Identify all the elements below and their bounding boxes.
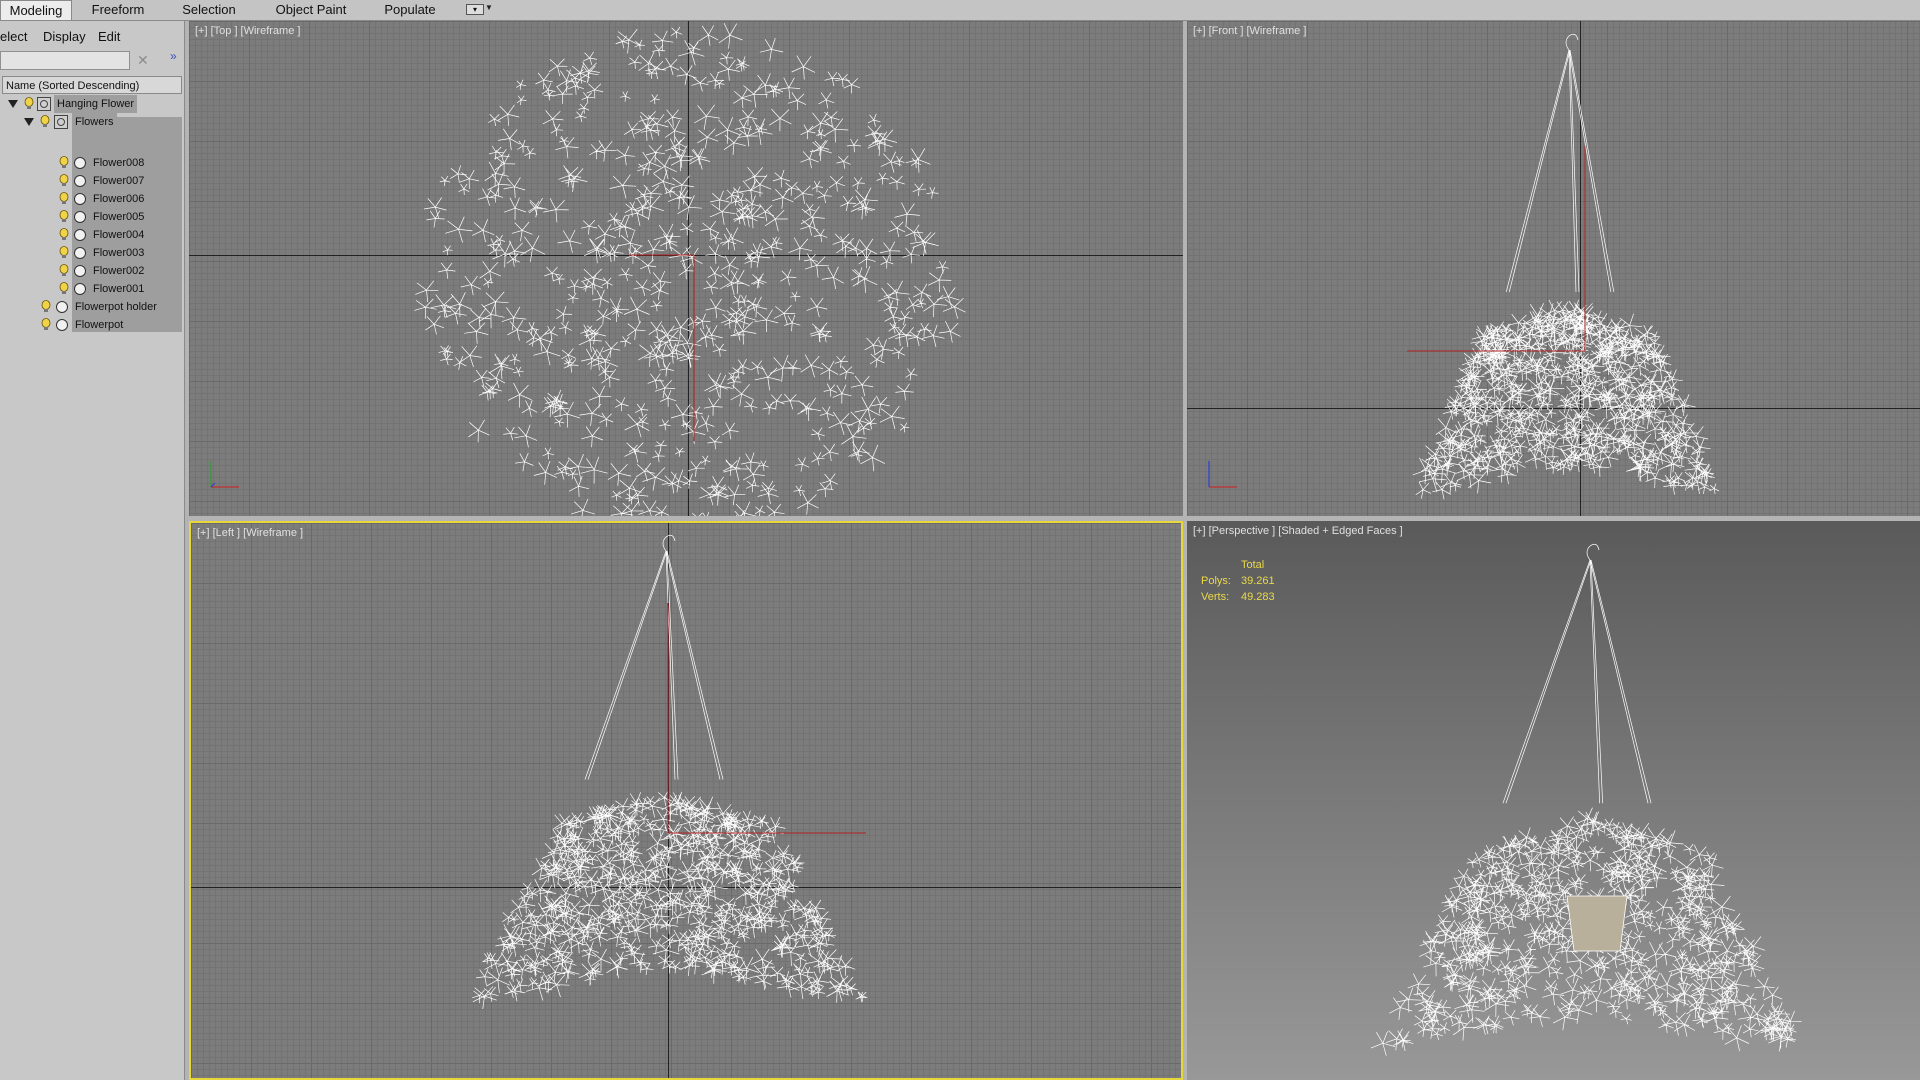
tree-item-label: Flower003 xyxy=(93,247,145,259)
viewport-top[interactable]: [+] [Top ] [Wireframe ] xyxy=(189,21,1183,516)
tree-item-label: Flower005 xyxy=(93,211,145,223)
object-icon xyxy=(74,283,86,295)
lightbulb-icon[interactable] xyxy=(59,210,69,223)
tab-modeling[interactable]: Modeling xyxy=(0,0,72,20)
object-icon xyxy=(56,319,68,331)
chevron-down-icon[interactable]: ▼ xyxy=(485,3,493,12)
viewport-label[interactable]: [+] [Top ] [Wireframe ] xyxy=(195,25,300,37)
tree-item-flower008[interactable]: Flower008 xyxy=(0,154,184,172)
lightbulb-icon[interactable] xyxy=(59,264,69,277)
menu-select[interactable]: elect xyxy=(0,29,27,44)
lightbulb-icon[interactable] xyxy=(41,300,51,313)
axis-gizmo xyxy=(1208,146,1586,488)
collapse-icon[interactable] xyxy=(24,118,34,126)
tree-item-label: Flower001 xyxy=(93,283,145,295)
lightbulb-icon[interactable] xyxy=(40,115,50,128)
lightbulb-icon[interactable] xyxy=(59,192,69,205)
viewport-left[interactable]: [+] [Left ] [Wireframe ] xyxy=(189,521,1183,1080)
tree-item-flower007[interactable]: Flower007 xyxy=(0,172,184,190)
object-icon xyxy=(56,301,68,313)
viewport-front[interactable]: [+] [Front ] [Wireframe ] xyxy=(1187,21,1920,516)
viewport-perspective[interactable]: [+] [Perspective ] [Shaded + Edged Faces… xyxy=(1187,521,1920,1080)
group-icon xyxy=(37,97,51,111)
tree-item-flowers[interactable]: Flowers xyxy=(0,113,184,131)
tab-freeform[interactable]: Freeform xyxy=(84,0,152,20)
tree-item-label: Flowers xyxy=(72,113,117,131)
viewport-label[interactable]: [+] [Front ] [Wireframe ] xyxy=(1193,25,1306,37)
object-icon xyxy=(74,175,86,187)
tree-item-flower003[interactable]: Flower003 xyxy=(0,244,184,262)
object-icon xyxy=(74,211,86,223)
menu-display[interactable]: Display xyxy=(43,29,86,44)
tree-item-label: Flowerpot xyxy=(75,319,124,331)
collapse-icon[interactable] xyxy=(8,100,18,108)
tab-object-paint[interactable]: Object Paint xyxy=(268,0,354,20)
axis-gizmo xyxy=(667,603,866,834)
tree-item-label: Flower002 xyxy=(93,265,145,277)
verts-label: Verts: xyxy=(1201,591,1230,603)
tree-item-flower006[interactable]: Flower006 xyxy=(0,190,184,208)
ribbon-options-icon[interactable]: ▾ xyxy=(466,4,484,15)
lightbulb-icon[interactable] xyxy=(24,97,34,110)
object-icon xyxy=(74,247,86,259)
axis-gizmo xyxy=(210,254,695,488)
lightbulb-icon[interactable] xyxy=(59,174,69,187)
lightbulb-icon[interactable] xyxy=(59,228,69,241)
flowerpot xyxy=(1566,895,1628,952)
object-icon xyxy=(74,193,86,205)
object-icon xyxy=(74,157,86,169)
tree-item-label: Flower007 xyxy=(93,175,145,187)
tab-populate[interactable]: Populate xyxy=(378,0,442,20)
lightbulb-icon[interactable] xyxy=(59,156,69,169)
tree-item-label: Flower006 xyxy=(93,193,145,205)
column-header-name[interactable]: Name (Sorted Descending) xyxy=(2,76,182,94)
polys-value: 39.261 xyxy=(1241,575,1275,587)
lightbulb-icon[interactable] xyxy=(41,318,51,331)
search-input[interactable] xyxy=(0,51,130,70)
tree-item-flower002[interactable]: Flower002 xyxy=(0,262,184,280)
ribbon-tabs: Modeling Freeform Selection Object Paint… xyxy=(0,0,1920,21)
tree-item-flowerpot[interactable]: Flowerpot xyxy=(0,316,184,334)
tree-item-flowerpot-holder[interactable]: Flowerpot holder xyxy=(0,298,184,316)
menu-edit[interactable]: Edit xyxy=(98,29,120,44)
tree-item-label: Flowerpot holder xyxy=(75,301,157,313)
tree-item-flower001[interactable]: Flower001 xyxy=(0,280,184,298)
verts-value: 49.283 xyxy=(1241,591,1275,603)
expand-panel-icon[interactable]: » xyxy=(170,49,177,63)
clear-search-icon[interactable]: ✕ xyxy=(137,52,149,69)
scene-explorer: elect Display Edit ✕ » Name (Sorted Desc… xyxy=(0,21,185,1080)
tree-item-flower005[interactable]: Flower005 xyxy=(0,208,184,226)
group-icon xyxy=(54,115,68,129)
stats-header: Total xyxy=(1241,559,1265,571)
viewport-label[interactable]: [+] [Perspective ] [Shaded + Edged Faces… xyxy=(1193,525,1403,537)
tree-item-label: Hanging Flower xyxy=(54,95,138,113)
tree-item-label: Flower004 xyxy=(93,229,145,241)
object-icon xyxy=(74,229,86,241)
tree-item-hanging-flower[interactable]: Hanging Flower xyxy=(0,95,184,113)
tree-item-flower004[interactable]: Flower004 xyxy=(0,226,184,244)
tree-item-label: Flower008 xyxy=(93,157,145,169)
object-icon xyxy=(74,265,86,277)
polys-label: Polys: xyxy=(1201,575,1231,587)
viewport-label[interactable]: [+] [Left ] [Wireframe ] xyxy=(197,527,303,539)
tab-selection[interactable]: Selection xyxy=(176,0,242,20)
lightbulb-icon[interactable] xyxy=(59,246,69,259)
lightbulb-icon[interactable] xyxy=(59,282,69,295)
